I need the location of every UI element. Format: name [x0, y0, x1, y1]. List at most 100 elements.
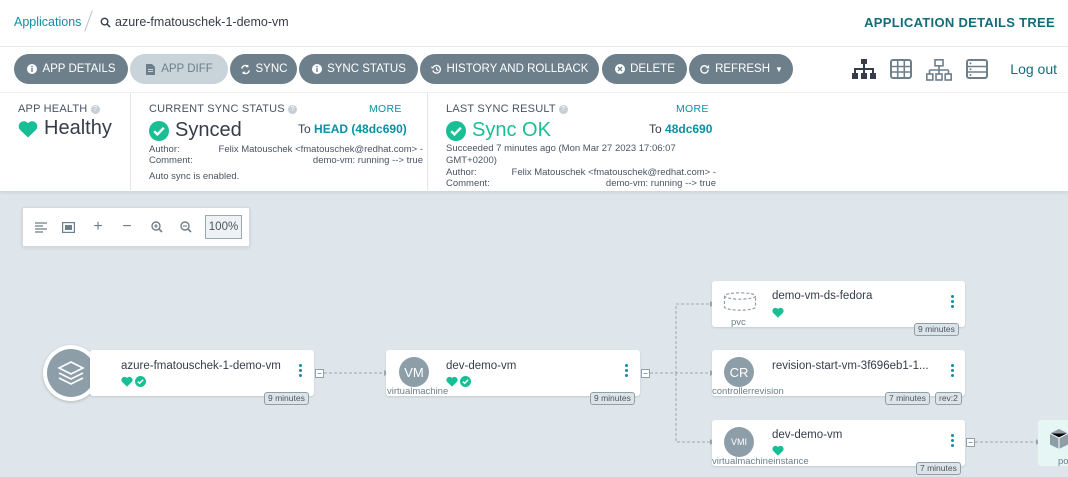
heart-icon — [772, 307, 784, 318]
author-row: Author: Felix Matouschek <fmatouschek@re… — [446, 167, 727, 178]
heart-icon — [772, 445, 784, 456]
help-icon[interactable]: ? — [558, 105, 568, 114]
app-details-button[interactable]: APP DETAILS — [14, 54, 128, 84]
vm-node-name: dev-demo-vm — [446, 360, 517, 372]
heart-icon — [121, 376, 133, 387]
auto-sync-note: Auto sync is enabled. — [149, 171, 240, 182]
vm-kind-icon: VM — [399, 357, 429, 387]
breadcrumb-separator — [84, 10, 93, 32]
sync-label: SYNC — [255, 63, 288, 75]
sync-status-button[interactable]: SYNC STATUS — [299, 54, 418, 84]
logout-link[interactable]: Log out — [1010, 61, 1057, 77]
caret-down-icon: ▼ — [775, 64, 783, 74]
collapse-toggle[interactable]: − — [315, 369, 324, 378]
last-sync-value: Sync OK — [472, 119, 551, 141]
app-details-label: APP DETAILS — [42, 63, 116, 75]
check-circle-icon — [135, 376, 146, 387]
sync-button[interactable]: SYNC — [230, 54, 297, 84]
top-bar: Applications azure-fmatouschek-1-demo-vm… — [0, 0, 1068, 46]
comment-key: Comment: — [149, 155, 193, 166]
view-switcher — [852, 59, 988, 81]
expand-icon[interactable]: + — [88, 217, 108, 237]
times-circle-icon — [614, 64, 625, 75]
cr-node-revision: rev:2 — [935, 392, 962, 405]
last-sync-section: LAST SYNC RESULT ? MORE Sync OK To 48dc6… — [427, 93, 727, 192]
collapse-icon[interactable]: − — [117, 217, 137, 237]
page-title: APPLICATION DETAILS TREE — [864, 15, 1055, 30]
help-icon[interactable]: ? — [288, 105, 298, 114]
node-menu-icon[interactable] — [951, 434, 955, 447]
zoom-in-icon[interactable] — [147, 217, 167, 237]
pvc-node-status — [772, 307, 784, 318]
breadcrumb-applications-link[interactable]: Applications — [14, 15, 81, 29]
app-search[interactable]: azure-fmatouschek-1-demo-vm — [100, 15, 289, 29]
author-value: Felix Matouschek <fmatouschek@redhat.com… — [511, 167, 716, 178]
check-circle-icon — [460, 376, 471, 387]
breadcrumb-current-app: azure-fmatouschek-1-demo-vm — [115, 15, 289, 29]
file-diff-icon — [145, 63, 156, 75]
to-prefix: To — [649, 122, 662, 136]
vm-node-status — [446, 376, 471, 387]
cr-kind-icon: CR — [724, 357, 754, 387]
history-rollback-button[interactable]: HISTORY AND ROLLBACK — [420, 54, 599, 84]
node-menu-icon[interactable] — [951, 364, 955, 377]
vm-node-age: 9 minutes — [590, 392, 635, 405]
grid-view-icon[interactable] — [890, 59, 912, 79]
history-rollback-label: HISTORY AND ROLLBACK — [446, 63, 589, 75]
redo-icon — [699, 64, 710, 75]
pvc-node-age: 9 minutes — [914, 323, 959, 336]
node-menu-icon[interactable] — [951, 295, 955, 308]
delete-label: DELETE — [630, 63, 675, 75]
app-node-name: azure-fmatouschek-1-demo-vm — [121, 360, 281, 372]
check-circle-icon — [149, 120, 169, 141]
info-icon — [26, 64, 37, 75]
app-diff-button[interactable]: APP DIFF — [130, 54, 228, 84]
pod-node-card: po — [1038, 420, 1068, 467]
app-health-section: APP HEALTH ? Healthy — [18, 103, 112, 140]
tree-view-icon[interactable] — [852, 59, 876, 81]
vmi-node-kind: virtualmachineinstance — [712, 456, 809, 467]
list-view-icon[interactable] — [966, 59, 988, 79]
database-icon — [723, 292, 757, 311]
vmi-node-name: dev-demo-vm — [772, 429, 843, 441]
app-node-status — [121, 376, 146, 387]
help-icon[interactable]: ? — [90, 105, 100, 114]
comment-value: demo-vm: running --> true — [605, 178, 716, 189]
last-sync-label: LAST SYNC RESULT — [446, 103, 556, 115]
sync-icon — [240, 63, 251, 75]
refresh-button[interactable]: REFRESH ▼ — [689, 54, 793, 84]
cr-node-kind: controllerrevision — [712, 386, 784, 397]
collapse-toggle[interactable]: − — [641, 369, 650, 378]
sync-value: Synced — [175, 119, 242, 141]
comment-value: demo-vm: running --> true — [312, 155, 423, 166]
zoom-out-icon[interactable] — [176, 217, 196, 237]
vmi-kind-icon: VMI — [724, 427, 754, 457]
graph-controls: + − 100% — [22, 207, 250, 247]
author-value: Felix Matouschek <fmatouschek@redhat.com… — [218, 144, 423, 155]
pvc-node-kind: pvc — [731, 317, 746, 328]
last-sync-more-link[interactable]: MORE — [676, 103, 709, 115]
network-view-icon[interactable] — [926, 59, 952, 81]
comment-key: Comment: — [446, 178, 490, 189]
health-value: Healthy — [44, 117, 112, 139]
sync-status-label: SYNC STATUS — [327, 63, 406, 75]
last-sync-revision-link[interactable]: 48dc690 — [665, 122, 712, 136]
current-sync-more-link[interactable]: MORE — [369, 103, 402, 115]
current-sync-label: CURRENT SYNC STATUS — [149, 103, 285, 115]
node-menu-icon[interactable] — [299, 364, 303, 377]
collapse-toggle[interactable]: − — [966, 438, 975, 447]
to-prefix: To — [298, 122, 311, 136]
node-menu-icon[interactable] — [625, 364, 629, 377]
action-toolbar: APP DETAILS APP DIFF SYNC SYNC STATUS HI… — [0, 46, 1068, 92]
last-sync-target: To 48dc690 — [649, 122, 712, 136]
vmi-node-age: 7 minutes — [916, 462, 961, 475]
history-icon — [431, 64, 442, 75]
fit-to-screen-icon[interactable] — [58, 217, 78, 237]
current-sync-section: CURRENT SYNC STATUS ? MORE Synced To HEA… — [130, 93, 426, 192]
align-left-icon[interactable] — [31, 217, 51, 237]
check-circle-icon — [446, 120, 466, 141]
delete-button[interactable]: DELETE — [602, 54, 687, 84]
cr-node-age: 7 minutes — [885, 392, 930, 405]
zoom-level[interactable]: 100% — [205, 215, 242, 239]
sync-revision-link[interactable]: HEAD (48dc690) — [314, 122, 407, 136]
